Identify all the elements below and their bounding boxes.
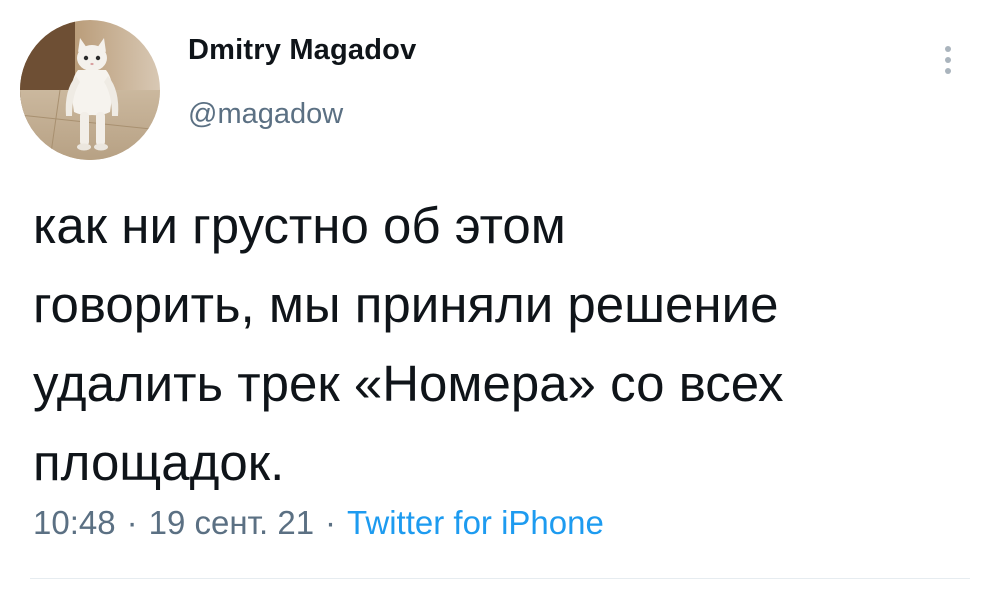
author-handle[interactable]: @magadow [188,98,343,131]
avatar[interactable] [20,20,160,160]
tweet-date[interactable]: 19 сент. 21 [149,504,314,541]
meta-separator: · [126,504,138,541]
tweet-metadata: 10:48 · 19 сент. 21 · Twitter for iPhone [33,504,604,542]
tweet-line: удалить трек «Номера» со всех [33,355,784,412]
tweet-line: площадок. [33,434,285,491]
tweet-source-link[interactable]: Twitter for iPhone [347,504,604,541]
divider [30,578,970,579]
tweet-line: говорить, мы приняли решение [33,276,779,333]
cat-avatar-image [20,20,160,160]
meta-separator: · [325,504,337,541]
more-dot [945,68,951,74]
tweet-card: Dmitry Magadov @magadow как ни грустно о… [0,0,1000,610]
tweet-text: как ни грустно об этом говорить, мы прин… [33,186,983,502]
author-display-name[interactable]: Dmitry Magadov [188,34,416,67]
tweet-line: как ни грустно об этом [33,197,566,254]
more-options-icon[interactable] [930,40,966,80]
tweet-time[interactable]: 10:48 [33,504,116,541]
more-dot [945,46,951,52]
more-dot [945,57,951,63]
